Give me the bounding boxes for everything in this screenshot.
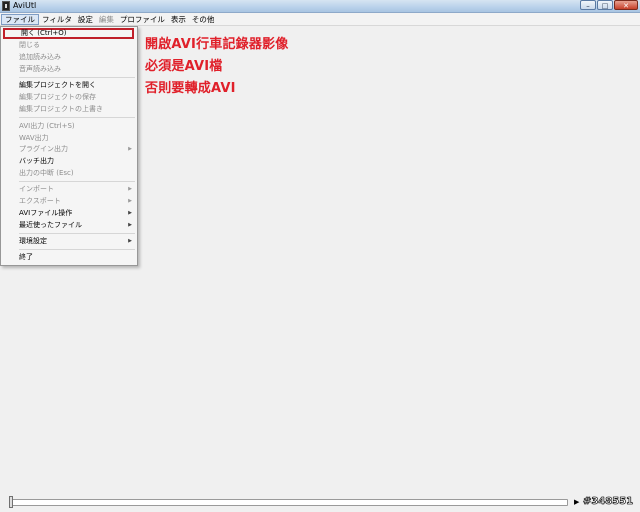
menu-other[interactable]: その他: [189, 14, 218, 25]
menu-bar: ファイル フィルタ 設定 編集 プロファイル 表示 その他: [0, 13, 640, 26]
menu-item-batch-output[interactable]: バッチ出力: [1, 156, 137, 167]
timeline-slider-thumb[interactable]: [9, 496, 13, 508]
window-controls: – □ ✕: [580, 0, 638, 11]
chevron-right-icon: ▶: [128, 186, 132, 192]
menu-item-export[interactable]: エクスポート ▶: [1, 196, 137, 207]
menu-separator: [19, 181, 135, 182]
menu-profile[interactable]: プロファイル: [117, 14, 168, 25]
menu-item-audio-load[interactable]: 音声読み込み: [1, 64, 137, 75]
menu-item-label: 環境設定: [19, 237, 47, 245]
menu-item-exit[interactable]: 終了: [1, 252, 137, 263]
chevron-right-icon: ▶: [128, 210, 132, 216]
menu-item-label: プラグイン出力: [19, 145, 68, 153]
menu-filter[interactable]: フィルタ: [39, 14, 75, 25]
menu-item-save-project[interactable]: 編集プロジェクトの保存: [1, 92, 137, 103]
play-icon[interactable]: ▶: [574, 498, 582, 507]
menu-item-open-project[interactable]: 編集プロジェクトを開く: [1, 80, 137, 91]
menu-item-append-load[interactable]: 追加読み込み: [1, 52, 137, 63]
menu-view[interactable]: 表示: [168, 14, 189, 25]
timeline-slider[interactable]: [10, 499, 568, 506]
menu-separator: [19, 233, 135, 234]
menu-item-overwrite-project[interactable]: 編集プロジェクトの上書き: [1, 104, 137, 115]
frame-counter: #348551: [583, 496, 634, 508]
maximize-button[interactable]: □: [597, 0, 613, 10]
menu-item-avi-output[interactable]: AVI出力 (Ctrl+S): [1, 121, 137, 132]
menu-item-plugin-output[interactable]: プラグイン出力 ▶: [1, 144, 137, 155]
menu-item-cancel-output[interactable]: 出力の中断 (Esc): [1, 168, 137, 179]
menu-separator: [19, 249, 135, 250]
menu-file[interactable]: ファイル: [1, 13, 39, 25]
menu-settings[interactable]: 設定: [75, 14, 96, 25]
close-button[interactable]: ✕: [614, 0, 638, 10]
menu-item-label: 最近使ったファイル: [19, 221, 82, 229]
menu-edit[interactable]: 編集: [96, 14, 117, 25]
menu-item-open[interactable]: 開く (Ctrl+O): [3, 28, 134, 39]
menu-item-wav-output[interactable]: WAV出力: [1, 133, 137, 144]
chevron-right-icon: ▶: [128, 238, 132, 244]
menu-item-close[interactable]: 閉じる: [1, 40, 137, 51]
menu-separator: [19, 117, 135, 118]
minimize-button[interactable]: –: [580, 0, 596, 10]
menu-item-label: AVIファイル操作: [19, 209, 73, 217]
menu-item-recent-files[interactable]: 最近使ったファイル ▶: [1, 220, 137, 231]
annotation-line-3: 否則要轉成AVI: [145, 81, 236, 96]
menu-item-preferences[interactable]: 環境設定 ▶: [1, 236, 137, 247]
menu-item-label: インポート: [19, 185, 54, 193]
app-icon: [2, 1, 10, 11]
annotation-line-2: 必須是AVI檔: [145, 59, 223, 74]
menu-separator: [19, 77, 135, 78]
menu-item-avi-file-ops[interactable]: AVIファイル操作 ▶: [1, 208, 137, 219]
menu-item-import[interactable]: インポート ▶: [1, 184, 137, 195]
annotation-line-1: 開啟AVI行車記錄器影像: [145, 37, 289, 52]
chevron-right-icon: ▶: [128, 146, 132, 152]
file-dropdown-menu: 開く (Ctrl+O) 閉じる 追加読み込み 音声読み込み 編集プロジェクトを開…: [0, 26, 138, 266]
chevron-right-icon: ▶: [128, 222, 132, 228]
window-title: AviUtl: [13, 1, 37, 10]
menu-item-label: エクスポート: [19, 197, 61, 205]
chevron-right-icon: ▶: [128, 198, 132, 204]
title-bar: AviUtl – □ ✕: [0, 0, 640, 13]
